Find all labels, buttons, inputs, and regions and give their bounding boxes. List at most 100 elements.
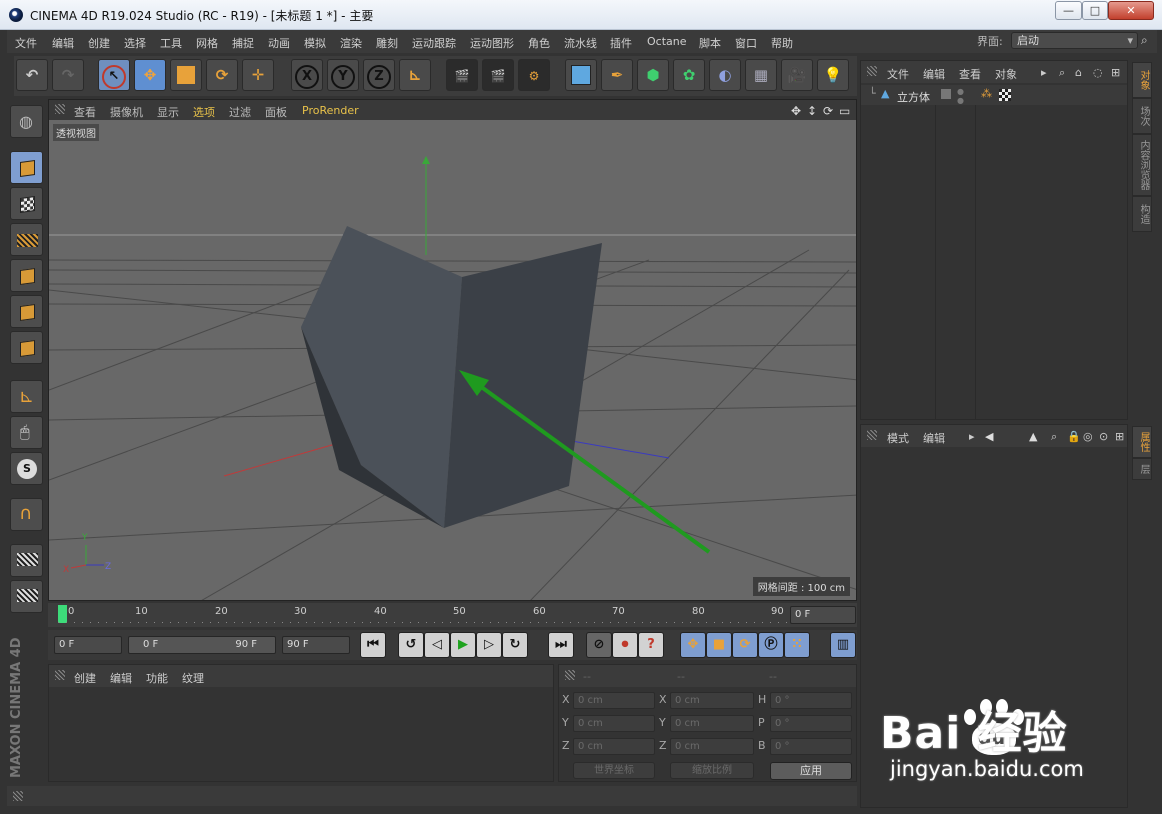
solo-button[interactable]: S xyxy=(10,452,43,485)
lock-icon[interactable]: 🔒 xyxy=(1067,430,1081,443)
texture-tag-icon[interactable] xyxy=(999,89,1011,101)
pos-z-field[interactable]: 0 cm xyxy=(573,738,655,755)
keyframe-selection-button[interactable]: ? xyxy=(638,632,664,658)
close-button[interactable]: ✕ xyxy=(1108,1,1154,20)
tab-content-browser[interactable]: 内容浏览器 xyxy=(1132,134,1152,196)
render-view-button[interactable]: 🎬 xyxy=(446,59,478,91)
size-x-field[interactable]: 0 cm xyxy=(670,692,754,709)
menu-sculpt[interactable]: 雕刻 xyxy=(376,35,398,51)
layout-select[interactable]: 启动 xyxy=(1011,32,1138,49)
key-pla-button[interactable]: ⁙ xyxy=(784,632,810,658)
points-mode-button[interactable] xyxy=(10,259,43,292)
workplane-mode-button[interactable] xyxy=(10,223,43,256)
material-menu-create[interactable]: 创建 xyxy=(74,670,96,686)
x-axis-button[interactable]: X xyxy=(291,59,323,91)
model-mode-button[interactable] xyxy=(10,151,43,184)
key-scale-button[interactable]: ■ xyxy=(706,632,732,658)
move-tool-button[interactable]: ✥ xyxy=(134,59,166,91)
zoom-icon[interactable]: ↕ xyxy=(807,104,817,118)
maximize-button[interactable]: □ xyxy=(1082,1,1108,20)
live-select-button[interactable]: ↖ xyxy=(98,59,130,91)
menu-file[interactable]: 文件 xyxy=(15,35,37,51)
menu-render[interactable]: 渲染 xyxy=(340,35,362,51)
prev-frame-button[interactable]: ◁ xyxy=(424,632,450,658)
search-icon[interactable]: ⌕ xyxy=(1059,66,1065,80)
playhead[interactable] xyxy=(58,605,67,623)
list-item[interactable]: └ ▲ 立方体 ● ● ⁂ xyxy=(861,85,1127,105)
back-arrow-icon[interactable]: ◀ xyxy=(985,430,993,443)
add-spline-button[interactable]: ✒ xyxy=(601,59,633,91)
planar-workplane-button[interactable] xyxy=(10,580,43,613)
tab-structure[interactable]: 构造 xyxy=(1132,196,1152,232)
size-mode-dropdown[interactable]: 缩放比例 xyxy=(670,762,754,779)
visibility-dots-icon[interactable]: ● ● xyxy=(957,87,964,105)
y-axis-button[interactable]: Y xyxy=(327,59,359,91)
z-axis-button[interactable]: Z xyxy=(363,59,395,91)
rot-h-field[interactable]: 0 ° xyxy=(770,692,852,709)
viewport-menu-view[interactable]: 查看 xyxy=(74,104,96,120)
go-to-end-button[interactable]: ⏭ xyxy=(548,632,574,658)
target-icon[interactable]: ◎ xyxy=(1083,430,1093,443)
menu-tools[interactable]: 工具 xyxy=(160,35,182,51)
add-environment-button[interactable]: ▦ xyxy=(745,59,777,91)
filter-icon[interactable]: ◌ xyxy=(1093,66,1103,79)
coordinate-system-button[interactable]: ⊾ xyxy=(399,59,431,91)
coordinate-space-dropdown[interactable]: 世界坐标 xyxy=(573,762,655,779)
menu-create[interactable]: 创建 xyxy=(88,35,110,51)
current-frame-field[interactable]: 0 F xyxy=(790,606,856,624)
menu-select[interactable]: 选择 xyxy=(124,35,146,51)
next-frame-button[interactable]: ▷ xyxy=(476,632,502,658)
texture-mode-button[interactable] xyxy=(10,187,43,220)
start-frame-field[interactable]: 0 F xyxy=(54,636,122,654)
menu-plugins[interactable]: 插件 xyxy=(610,35,632,51)
pos-y-field[interactable]: 0 cm xyxy=(573,715,655,732)
end-frame-field[interactable]: 90 F xyxy=(282,636,350,654)
object-menu-file[interactable]: 文件 xyxy=(887,66,909,82)
add-camera-button[interactable]: 🎥 xyxy=(781,59,813,91)
undo-button[interactable]: ↶ xyxy=(16,59,48,91)
menu-window[interactable]: 窗口 xyxy=(735,35,757,51)
menu-animate[interactable]: 动画 xyxy=(268,35,290,51)
more-arrow-icon[interactable]: ▸ xyxy=(969,430,975,443)
viewport-menu-filter[interactable]: 过滤 xyxy=(229,104,251,120)
lock-workplane-button[interactable] xyxy=(10,544,43,577)
menu-character[interactable]: 角色 xyxy=(528,35,550,51)
tweak-mode-button[interactable]: 🖱 xyxy=(10,416,43,449)
timeline-window-button[interactable]: ▥ xyxy=(830,632,856,658)
attr-menu-edit[interactable]: 编辑 xyxy=(923,430,945,446)
play-button[interactable]: ▶ xyxy=(450,632,476,658)
maximize-view-icon[interactable]: ▭ xyxy=(839,104,850,118)
add-light-button[interactable]: 💡 xyxy=(817,59,849,91)
key-rotation-button[interactable]: ⟳ xyxy=(732,632,758,658)
menu-script[interactable]: 脚本 xyxy=(699,35,721,51)
viewport-menu-panel[interactable]: 面板 xyxy=(265,104,287,120)
new-window-icon[interactable]: ⊞ xyxy=(1111,66,1120,79)
orbit-icon[interactable]: ⟳ xyxy=(823,104,833,118)
viewport-menu-prorender[interactable]: ProRender xyxy=(302,104,359,117)
viewport-menu-camera[interactable]: 摄像机 xyxy=(110,104,143,120)
timeline[interactable]: 0 10 20 30 40 50 60 70 80 90 0 F xyxy=(48,603,857,627)
timeline-ruler[interactable]: 0 10 20 30 40 50 60 70 80 90 xyxy=(58,603,788,627)
rot-p-field[interactable]: 0 ° xyxy=(770,715,852,732)
axis-mode-button[interactable]: ⊾ xyxy=(10,380,43,413)
more-arrow-icon[interactable]: ▸ xyxy=(1041,66,1047,79)
frame-range-slider[interactable]: 0 F 90 F xyxy=(128,636,276,654)
size-y-field[interactable]: 0 cm xyxy=(670,715,754,732)
menu-pipeline[interactable]: 流水线 xyxy=(564,35,597,51)
add-deformer-button[interactable]: ◐ xyxy=(709,59,741,91)
add-array-button[interactable]: ✿ xyxy=(673,59,705,91)
rot-b-field[interactable]: 0 ° xyxy=(770,738,852,755)
tab-attributes[interactable]: 属性 xyxy=(1132,426,1152,458)
menu-mograph[interactable]: 运动图形 xyxy=(470,35,514,51)
pin-icon[interactable]: ⊙ xyxy=(1099,430,1108,443)
pan-icon[interactable]: ✥ xyxy=(791,104,801,118)
add-cube-button[interactable] xyxy=(565,59,597,91)
material-menu-texture[interactable]: 纹理 xyxy=(182,670,204,686)
tab-layers[interactable]: 层 xyxy=(1132,458,1152,480)
phong-tag-icon[interactable]: ⁂ xyxy=(981,87,992,100)
viewport-menu-display[interactable]: 显示 xyxy=(157,104,179,120)
redo-button[interactable]: ↷ xyxy=(52,59,84,91)
apply-button[interactable]: 应用 xyxy=(770,762,852,780)
search-icon[interactable]: ⌕ xyxy=(1141,33,1155,49)
object-menu-edit[interactable]: 编辑 xyxy=(923,66,945,82)
